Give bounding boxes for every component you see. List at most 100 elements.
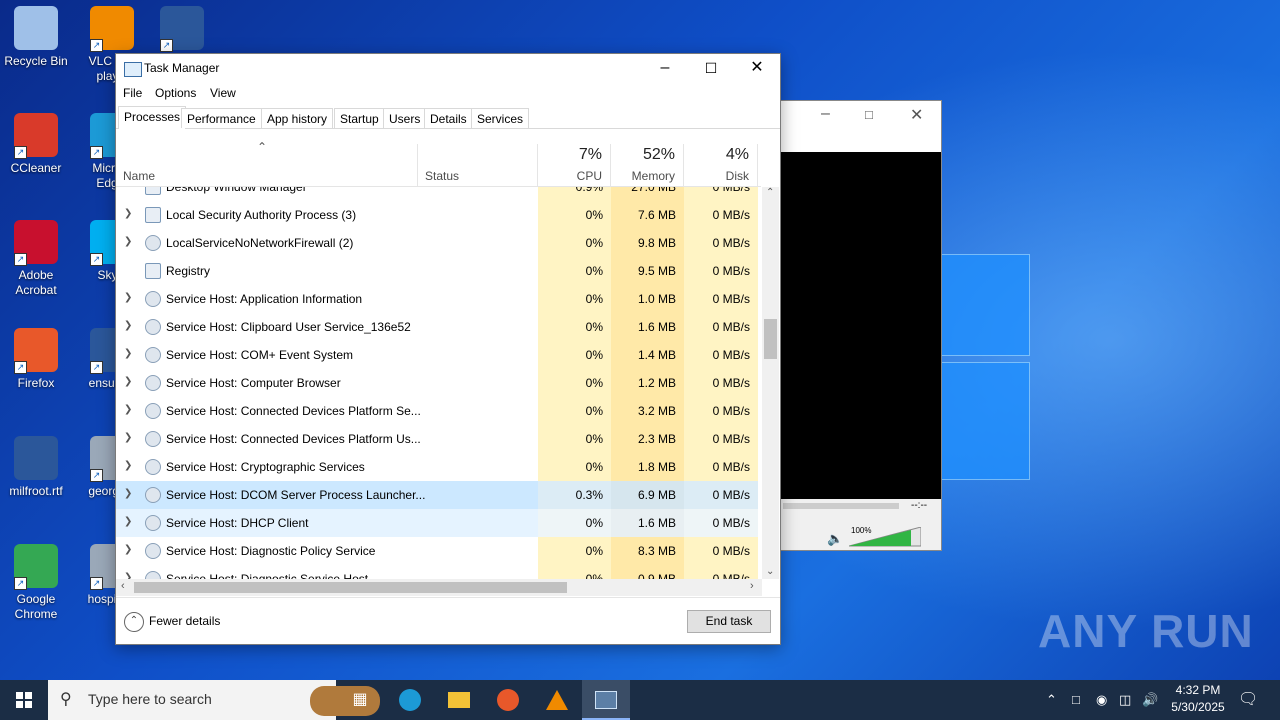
- gear-icon: [145, 403, 161, 419]
- chevron-right-icon[interactable]: ❯: [124, 348, 132, 359]
- word-doc-icon: ↗: [160, 6, 204, 52]
- minimize-button[interactable]: –: [642, 54, 688, 82]
- process-row[interactable]: ❯ Service Host: Clipboard User Service_13…: [116, 313, 761, 341]
- header-disk[interactable]: 4% Disk: [684, 144, 758, 186]
- tablet-icon[interactable]: □: [1072, 680, 1080, 720]
- video-area[interactable]: [779, 152, 941, 499]
- taskbar-search-box[interactable]: ⚲ Type here to search: [48, 680, 380, 720]
- scroll-down-icon[interactable]: ⌄: [766, 566, 774, 577]
- process-cpu: 0%: [538, 369, 611, 397]
- tab-details[interactable]: Details: [424, 108, 473, 128]
- header-memory[interactable]: 52% Memory: [611, 144, 684, 186]
- notification-icon[interactable]: 🗨: [1238, 680, 1258, 720]
- process-row[interactable]: ❯ Service Host: COM+ Event System 0% 1.4 MB…: [116, 341, 761, 369]
- task-view-icon[interactable]: ▦: [336, 680, 384, 720]
- file-explorer-icon[interactable]: [435, 680, 483, 720]
- chevron-right-icon[interactable]: ❯: [124, 516, 132, 527]
- process-row[interactable]: Desktop Window Manager 0.9% 27.0 MB 0 MB/s: [116, 187, 761, 201]
- desktop-icon-milfroot-rtf[interactable]: milfroot.rtf: [0, 436, 72, 499]
- edge-icon[interactable]: [386, 680, 434, 720]
- chevron-up-icon[interactable]: ⌃: [1046, 680, 1057, 720]
- process-row[interactable]: ❯ Service Host: DHCP Client 0% 1.6 MB 0 MB/s: [116, 509, 761, 537]
- desktop-icon-acrobat[interactable]: ↗ Adobe Acrobat: [0, 220, 72, 298]
- tab-services[interactable]: Services: [471, 108, 530, 128]
- desktop-icon-word-doc[interactable]: ↗: [146, 6, 218, 54]
- close-icon[interactable]: ✕: [910, 105, 923, 125]
- media-player-window[interactable]: – □ ✕ --:-- 🔈 100%: [778, 100, 942, 551]
- vertical-scrollbar[interactable]: ⌃ ⌄: [762, 187, 779, 579]
- chevron-up-icon[interactable]: ⌃: [124, 612, 144, 632]
- media-player-titlebar[interactable]: – □ ✕: [779, 101, 941, 151]
- process-list: Desktop Window Manager 0.9% 27.0 MB 0 MB/s ❯…: [116, 187, 761, 579]
- process-row[interactable]: ❯ Service Host: Connected Devices Platfor…: [116, 425, 761, 453]
- menu-options[interactable]: Options: [155, 86, 196, 100]
- tab-users[interactable]: Users: [383, 108, 427, 128]
- process-name-cell: ❯ Service Host: Cryptographic Services: [116, 453, 538, 481]
- scroll-left-icon[interactable]: ‹: [121, 580, 125, 592]
- gear-icon: [145, 375, 161, 391]
- process-row[interactable]: Registry 0% 9.5 MB 0 MB/s: [116, 257, 761, 285]
- chevron-right-icon[interactable]: ❯: [124, 208, 132, 219]
- fewer-details-link[interactable]: Fewer details: [149, 614, 220, 628]
- process-row[interactable]: ❯ Service Host: Diagnostic Service Host 0%…: [116, 565, 761, 579]
- close-button[interactable]: ✕: [734, 54, 780, 82]
- process-mem: 1.0 MB: [611, 285, 684, 313]
- speaker-icon[interactable]: 🔈: [827, 531, 843, 547]
- header-status[interactable]: Status: [418, 144, 538, 186]
- volume-slider[interactable]: [848, 526, 922, 547]
- start-button[interactable]: [0, 680, 48, 720]
- scroll-right-icon[interactable]: ›: [750, 580, 754, 592]
- process-disk: 0 MB/s: [684, 509, 758, 537]
- desktop-icon-firefox[interactable]: ↗ Firefox: [0, 328, 72, 391]
- vlc-icon[interactable]: [533, 680, 581, 720]
- process-row[interactable]: ❯ Service Host: Computer Browser 0% 1.2 MB 0…: [116, 369, 761, 397]
- process-row[interactable]: ❯ Local Security Authority Process (3) 0% 7…: [116, 201, 761, 229]
- header-name[interactable]: ⌃ Name: [116, 140, 418, 186]
- menu-file[interactable]: File: [123, 86, 142, 100]
- tab-app-history[interactable]: App history: [261, 108, 334, 128]
- desktop-icon-chrome[interactable]: ↗ Google Chrome: [0, 544, 72, 622]
- system-clock[interactable]: 4:32 PM 5/30/2025: [1160, 682, 1236, 716]
- tab-performance[interactable]: Performance: [181, 108, 262, 128]
- chevron-right-icon[interactable]: ❯: [124, 292, 132, 303]
- scroll-up-icon[interactable]: ⌃: [766, 187, 774, 198]
- chevron-right-icon[interactable]: ❯: [124, 236, 132, 247]
- chevron-right-icon[interactable]: ❯: [124, 320, 132, 331]
- process-row[interactable]: ❯ Service Host: Connected Devices Platfor…: [116, 397, 761, 425]
- horizontal-scrollbar[interactable]: ‹ ›: [116, 579, 762, 596]
- network-icon[interactable]: ◫: [1119, 680, 1131, 720]
- memory-percent: 52%: [642, 146, 675, 163]
- disk-percent: 4%: [725, 146, 749, 163]
- header-cpu[interactable]: 7% CPU: [538, 144, 611, 186]
- chevron-right-icon[interactable]: ❯: [124, 460, 132, 471]
- chevron-right-icon[interactable]: ❯: [124, 432, 132, 443]
- process-row[interactable]: ❯ Service Host: Application Information 0%…: [116, 285, 761, 313]
- tab-startup[interactable]: Startup: [334, 108, 385, 128]
- vertical-scroll-thumb[interactable]: [764, 319, 777, 359]
- meet-now-icon[interactable]: ◉: [1096, 680, 1107, 720]
- process-row[interactable]: ❯ Service Host: Cryptographic Services 0% 1…: [116, 453, 761, 481]
- title-bar[interactable]: Task Manager – ☐ ✕: [116, 54, 780, 82]
- task-manager-window[interactable]: Task Manager – ☐ ✕ File Options View Pro…: [115, 53, 781, 645]
- tab-processes[interactable]: Processes: [118, 106, 187, 129]
- firefox-icon[interactable]: [484, 680, 532, 720]
- chevron-right-icon[interactable]: ❯: [124, 376, 132, 387]
- menu-view[interactable]: View: [210, 86, 236, 100]
- chevron-right-icon[interactable]: ❯: [124, 572, 132, 579]
- chevron-right-icon[interactable]: ❯: [124, 404, 132, 415]
- process-row[interactable]: ❯ Service Host: DCOM Server Process Launc…: [116, 481, 761, 509]
- minimize-icon[interactable]: –: [821, 105, 830, 123]
- chevron-right-icon[interactable]: ❯: [124, 544, 132, 555]
- desktop-icon-recycle-bin[interactable]: Recycle Bin: [0, 6, 72, 69]
- desktop-icon-ccleaner[interactable]: ↗ CCleaner: [0, 113, 72, 176]
- chevron-right-icon[interactable]: ❯: [124, 488, 132, 499]
- process-row[interactable]: ❯ LocalServiceNoNetworkFirewall (2) 0% 9.8 …: [116, 229, 761, 257]
- maximize-icon[interactable]: □: [865, 107, 873, 122]
- volume-icon[interactable]: 🔊: [1142, 680, 1158, 720]
- horizontal-scroll-thumb[interactable]: [134, 582, 567, 593]
- end-task-button[interactable]: End task: [687, 610, 771, 633]
- seek-bar[interactable]: [783, 503, 899, 509]
- maximize-button[interactable]: ☐: [688, 54, 734, 82]
- task-manager-taskbar-icon[interactable]: [582, 680, 630, 720]
- process-row[interactable]: ❯ Service Host: Diagnostic Policy Service…: [116, 537, 761, 565]
